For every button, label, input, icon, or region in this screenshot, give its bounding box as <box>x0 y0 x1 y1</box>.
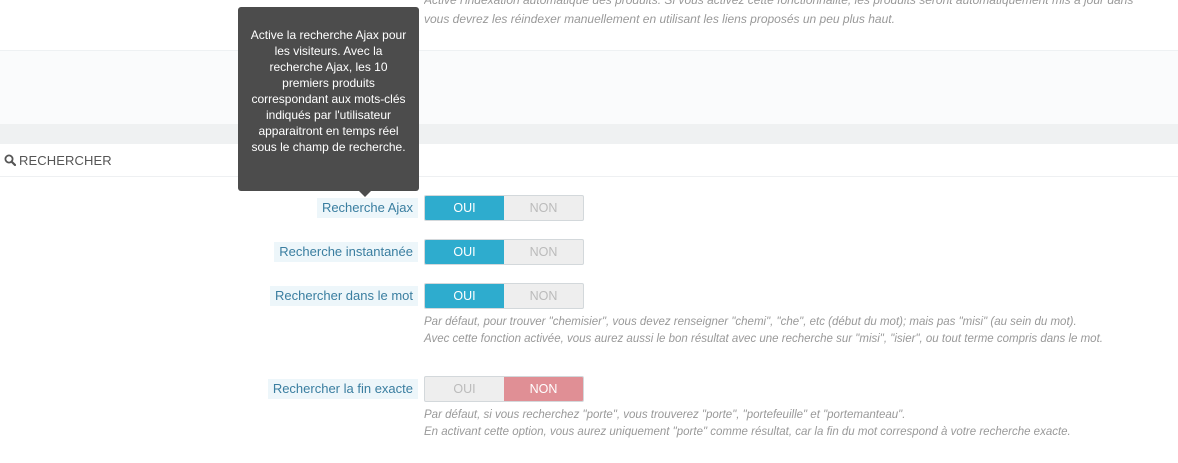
search-within-word-help: Par défaut, pour trouver "chemisier", vo… <box>424 314 1174 348</box>
ajax-search-label[interactable]: Recherche Ajax <box>316 198 418 218</box>
search-icon <box>4 154 16 166</box>
search-within-word-no[interactable]: NON <box>504 284 583 308</box>
panel-separator <box>0 124 1178 144</box>
exact-end-search-label[interactable]: Rechercher la fin exacte <box>267 379 418 399</box>
exact-end-search-help: Par défaut, si vous recherchez "porte", … <box>424 407 1174 441</box>
exact-end-search-help-line-1: Par défaut, si vous recherchez "porte", … <box>424 409 906 421</box>
previous-panel-footer <box>0 50 1178 125</box>
search-within-word-help-line-2: Avec cette fonction activée, vous aurez … <box>424 333 1103 345</box>
ajax-search-switch[interactable]: OUI NON <box>424 195 584 221</box>
indexing-help-text: Active l'indexation automatique des prod… <box>424 0 1178 29</box>
indexing-help-line-1: Active l'indexation automatique des prod… <box>424 0 1134 7</box>
ajax-search-tooltip: Active la recherche Ajax pour les visite… <box>238 7 419 197</box>
panel-title: RECHERCHER <box>19 153 112 168</box>
tooltip-text: Active la recherche Ajax pour les visite… <box>250 28 407 154</box>
ajax-search-no[interactable]: NON <box>504 196 583 220</box>
exact-end-search-no[interactable]: NON <box>504 377 583 401</box>
search-panel-heading: RECHERCHER <box>0 144 1178 177</box>
exact-end-search-yes[interactable]: OUI <box>425 377 504 401</box>
instant-search-yes[interactable]: OUI <box>425 240 504 264</box>
search-within-word-switch[interactable]: OUI NON <box>424 283 584 309</box>
ajax-search-yes[interactable]: OUI <box>425 196 504 220</box>
indexing-help-line-2: vous devrez les réindexer manuellement e… <box>424 12 895 26</box>
instant-search-no[interactable]: NON <box>504 240 583 264</box>
tooltip-arrow <box>359 191 371 197</box>
instant-search-switch[interactable]: OUI NON <box>424 239 584 265</box>
exact-end-search-switch[interactable]: OUI NON <box>424 376 584 402</box>
search-within-word-label[interactable]: Rechercher dans le mot <box>269 286 418 306</box>
search-within-word-yes[interactable]: OUI <box>425 284 504 308</box>
search-within-word-help-line-1: Par défaut, pour trouver "chemisier", vo… <box>424 316 1077 328</box>
exact-end-search-help-line-2: En activant cette option, vous aurez uni… <box>424 426 1071 438</box>
instant-search-label[interactable]: Recherche instantanée <box>274 242 418 262</box>
